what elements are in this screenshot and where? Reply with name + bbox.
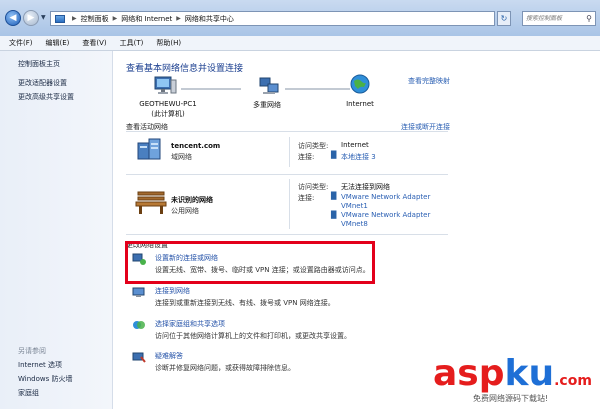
breadcrumb-network-internet[interactable]: 网络和 Internet	[121, 14, 172, 24]
domain-network-icon	[136, 137, 162, 163]
sidebar-item-homegroup[interactable]: 家庭组	[18, 388, 39, 398]
divider	[126, 174, 448, 175]
multiple-networks-icon	[258, 76, 280, 98]
divider	[289, 137, 290, 167]
divider	[126, 234, 448, 235]
network-name: tencent.com	[171, 142, 221, 150]
network-type[interactable]: 公用网络	[171, 206, 199, 216]
network-type[interactable]: 域网络	[171, 152, 192, 162]
chevron-right-icon[interactable]: ▶	[113, 15, 118, 22]
task-desc: 诊断并修复网络问题，或获得故障排除信息。	[155, 364, 295, 372]
menu-edit[interactable]: 编辑(E)	[46, 38, 70, 48]
refresh-icon[interactable]: ↻	[497, 11, 511, 26]
access-type-label: 访问类型:	[298, 142, 329, 150]
access-type-value: 无法连接到网络	[341, 183, 390, 191]
task-connect-network[interactable]: 连接到网络	[155, 286, 190, 296]
menu-view[interactable]: 查看(V)	[82, 38, 106, 48]
computer-icon	[153, 76, 177, 98]
sidebar-item-firewall[interactable]: Windows 防火墙	[18, 374, 72, 384]
menu-tools[interactable]: 工具(T)	[120, 38, 144, 48]
breadcrumb-network-center[interactable]: 网络和共享中心	[185, 14, 234, 24]
navigation-pane: 控制面板主页 更改适配器设置 更改高级共享设置 另请参阅 Internet 选项…	[0, 51, 113, 409]
breadcrumb-control-panel[interactable]: 控制面板	[81, 14, 109, 24]
search-icon[interactable]: ⚲	[586, 14, 592, 23]
chevron-right-icon[interactable]: ▶	[176, 15, 181, 22]
internet-label: Internet	[346, 100, 374, 108]
connection-line	[181, 88, 241, 90]
menu-file[interactable]: 文件(F)	[9, 38, 33, 48]
homegroup-icon[interactable]	[132, 319, 146, 333]
connection-line	[285, 88, 350, 90]
connection-link[interactable]: VMware Network Adapter VMnet8	[341, 211, 441, 229]
highlight-box	[125, 241, 375, 284]
task-homegroup-sharing[interactable]: 选择家庭组和共享选项	[155, 319, 225, 329]
divider	[289, 179, 290, 229]
connect-network-icon[interactable]	[132, 286, 146, 300]
search-box[interactable]: ⚲	[522, 11, 596, 26]
view-full-map-link[interactable]: 查看完整映射	[408, 76, 450, 86]
watermark-logo: aspku.com 免费网络源码下载站!	[433, 355, 599, 407]
troubleshoot-icon[interactable]	[132, 351, 146, 365]
watermark-subtitle: 免费网络源码下载站!	[473, 394, 549, 403]
search-input[interactable]	[526, 15, 584, 22]
network-adapter-icon: █	[331, 151, 337, 159]
connection-link[interactable]: 本地连接 3	[341, 152, 376, 162]
menu-bar: 文件(F) 编辑(E) 查看(V) 工具(T) 帮助(H)	[0, 36, 600, 51]
network-adapter-icon: █	[331, 211, 337, 219]
chevron-right-icon[interactable]: ▶	[72, 15, 77, 22]
access-type-value: Internet	[341, 141, 369, 149]
history-dropdown-icon[interactable]: ▼	[41, 14, 46, 21]
internet-globe-icon	[350, 74, 370, 96]
sidebar-item-cp-home[interactable]: 控制面板主页	[18, 59, 60, 69]
network-adapter-icon: █	[331, 192, 337, 200]
forward-button[interactable]: ▶	[23, 10, 39, 26]
task-troubleshoot[interactable]: 疑难解答	[155, 351, 183, 361]
computer-name: GEOTHEWU-PC1	[139, 100, 197, 108]
address-bar[interactable]: ▶ 控制面板 ▶ 网络和 Internet ▶ 网络和共享中心	[50, 11, 495, 26]
sidebar-item-adapter-settings[interactable]: 更改适配器设置	[18, 78, 67, 88]
bench-public-network-icon	[135, 189, 167, 217]
access-type-label: 访问类型:	[298, 183, 329, 191]
connection-label: 连接:	[298, 153, 315, 161]
connection-label: 连接:	[298, 194, 315, 202]
back-button[interactable]: ◀	[5, 10, 21, 26]
page-title: 查看基本网络信息并设置连接	[126, 64, 244, 74]
network-name: 未识别的网络	[171, 196, 213, 204]
divider	[126, 131, 448, 132]
control-panel-icon	[55, 14, 65, 23]
task-desc: 连接到或重新连接到无线、有线、拨号或 VPN 网络连接。	[155, 299, 335, 307]
connection-link[interactable]: VMware Network Adapter VMnet1	[341, 193, 441, 211]
menu-help[interactable]: 帮助(H)	[156, 38, 181, 48]
title-bar: ◀ ▶ ▼ ▶ 控制面板 ▶ 网络和 Internet ▶ 网络和共享中心 ↻ …	[0, 0, 600, 36]
see-also-header: 另请参阅	[18, 347, 46, 355]
multiple-networks-label: 多重网络	[253, 101, 281, 109]
sidebar-item-advanced-sharing[interactable]: 更改高级共享设置	[18, 92, 74, 102]
computer-sub: (此计算机)	[151, 110, 185, 118]
sidebar-item-internet-options[interactable]: Internet 选项	[18, 360, 62, 370]
task-desc: 访问位于其他网络计算机上的文件和打印机，或更改共享设置。	[155, 332, 351, 340]
